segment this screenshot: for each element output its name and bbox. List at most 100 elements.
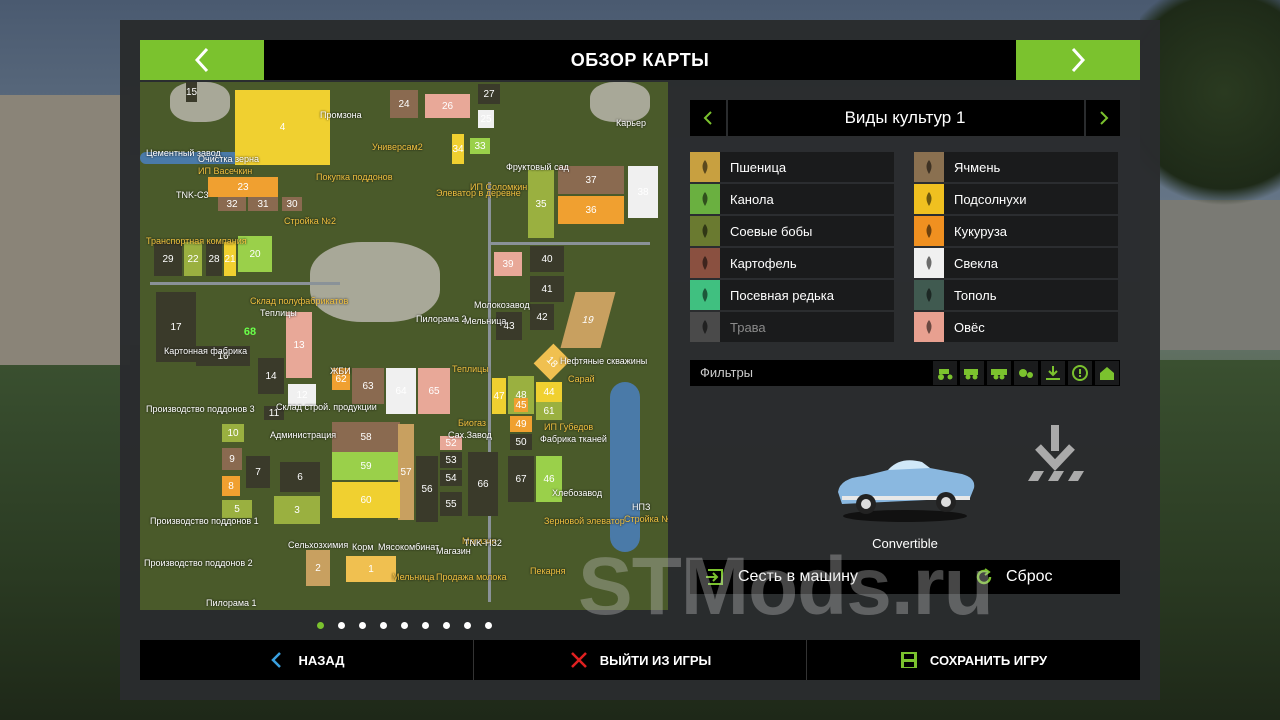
field-57[interactable]: 57 <box>398 424 414 520</box>
back-button[interactable]: НАЗАД <box>140 640 473 680</box>
field-35[interactable]: 35 <box>528 170 554 238</box>
exit-game-button[interactable]: ВЫЙТИ ИЗ ИГРЫ <box>474 640 807 680</box>
field-58[interactable]: 58 <box>332 422 400 452</box>
field-28[interactable]: 28 <box>206 242 222 276</box>
field-label: 14 <box>265 370 277 382</box>
filter-button[interactable] <box>987 361 1011 385</box>
field-68[interactable]: 68 <box>235 322 265 342</box>
prev-page-button[interactable] <box>140 40 264 80</box>
field-21[interactable]: 21 <box>224 242 236 276</box>
field-19[interactable]: 19 <box>560 292 616 348</box>
filter-button[interactable] <box>1068 361 1092 385</box>
crop-prev-button[interactable] <box>690 100 728 136</box>
filter-button[interactable] <box>933 361 957 385</box>
field-67[interactable]: 67 <box>508 456 534 502</box>
field-27[interactable]: 27 <box>478 84 500 104</box>
field-7[interactable]: 7 <box>246 456 270 488</box>
page-dot[interactable] <box>421 621 429 629</box>
field-45[interactable]: 45 <box>514 398 528 412</box>
field-53[interactable]: 53 <box>440 452 462 468</box>
field-56[interactable]: 56 <box>416 456 438 522</box>
field-44[interactable]: 44 <box>536 382 562 402</box>
field-49[interactable]: 49 <box>510 416 532 432</box>
field-36[interactable]: 36 <box>558 196 624 224</box>
crop-item[interactable]: Подсолнухи <box>914 184 1118 214</box>
field-label: 40 <box>541 253 553 265</box>
field-54[interactable]: 54 <box>440 470 462 486</box>
field-31[interactable]: 31 <box>248 197 278 211</box>
crop-item[interactable]: Посевная редька <box>690 280 894 310</box>
crop-item[interactable]: Соевые бобы <box>690 216 894 246</box>
field-38[interactable]: 38 <box>628 166 658 218</box>
page-dot[interactable] <box>358 621 366 629</box>
field-47[interactable]: 47 <box>492 378 506 414</box>
field-59[interactable]: 59 <box>332 452 400 480</box>
field-29[interactable]: 29 <box>154 242 182 276</box>
field-61[interactable]: 61 <box>536 402 562 420</box>
next-page-button[interactable] <box>1016 40 1140 80</box>
field-50[interactable]: 50 <box>510 434 532 450</box>
page-dot[interactable] <box>337 621 345 629</box>
field-65[interactable]: 65 <box>418 368 450 414</box>
filter-button[interactable] <box>1014 361 1038 385</box>
road <box>150 282 340 285</box>
field-2[interactable]: 2 <box>306 550 330 586</box>
crop-item[interactable]: Тополь <box>914 280 1118 310</box>
back-label: НАЗАД <box>298 652 345 668</box>
crop-item[interactable]: Трава <box>690 312 894 342</box>
field-40[interactable]: 40 <box>530 246 564 272</box>
filter-button[interactable] <box>1041 361 1065 385</box>
map-label: Продажа молока <box>436 572 507 582</box>
field-8[interactable]: 8 <box>222 476 240 496</box>
field-30[interactable]: 30 <box>282 197 302 211</box>
page-dot[interactable] <box>484 621 492 629</box>
page-dot[interactable] <box>463 621 471 629</box>
field-14[interactable]: 14 <box>258 358 284 394</box>
field-label: 68 <box>243 326 257 338</box>
crop-item[interactable]: Свекла <box>914 248 1118 278</box>
field-55[interactable]: 55 <box>440 492 462 516</box>
overview-map[interactable]: 4 24 26 27 25 34 33 23 32 31 30 37 38 36… <box>140 82 668 610</box>
crop-item[interactable]: Канола <box>690 184 894 214</box>
field-15[interactable]: 15 <box>186 82 198 102</box>
save-game-button[interactable]: СОХРАНИТЬ ИГРУ <box>807 640 1140 680</box>
field-3[interactable]: 3 <box>274 496 320 524</box>
field-42[interactable]: 42 <box>530 304 554 330</box>
field-10[interactable]: 10 <box>222 424 244 442</box>
oilradish-icon <box>690 280 720 310</box>
field-60[interactable]: 60 <box>332 482 400 518</box>
crop-item[interactable]: Ячмень <box>914 152 1118 182</box>
field-13[interactable]: 13 <box>286 312 312 378</box>
crop-item[interactable]: Овёс <box>914 312 1118 342</box>
field-25[interactable]: 25 <box>478 110 494 128</box>
field-33[interactable]: 33 <box>470 138 490 154</box>
crop-item[interactable]: Кукуруза <box>914 216 1118 246</box>
field-24[interactable]: 24 <box>390 90 418 118</box>
map-label: Пилорама 2 <box>416 314 467 324</box>
field-34[interactable]: 34 <box>452 134 464 164</box>
map-label: Сельхозхимия <box>288 540 349 550</box>
field-66[interactable]: 66 <box>468 452 498 516</box>
field-9[interactable]: 9 <box>222 448 242 470</box>
field-23[interactable]: 23 <box>208 177 278 197</box>
field-1[interactable]: 1 <box>346 556 396 582</box>
page-dot[interactable] <box>400 621 408 629</box>
filter-button[interactable] <box>960 361 984 385</box>
page-dot[interactable] <box>379 621 387 629</box>
crop-next-button[interactable] <box>1084 100 1122 136</box>
field-22[interactable]: 22 <box>184 242 202 276</box>
field-63[interactable]: 63 <box>352 368 384 404</box>
field-26[interactable]: 26 <box>425 94 470 118</box>
field-41[interactable]: 41 <box>530 276 564 302</box>
crop-item[interactable]: Картофель <box>690 248 894 278</box>
field-6[interactable]: 6 <box>280 462 320 492</box>
page-dot[interactable] <box>316 621 324 629</box>
field-64[interactable]: 64 <box>386 368 416 414</box>
page-dot[interactable] <box>442 621 450 629</box>
field-label: 38 <box>637 186 649 198</box>
field-32[interactable]: 32 <box>218 197 246 211</box>
crop-item[interactable]: Пшеница <box>690 152 894 182</box>
map-label: НПЗ <box>632 502 651 512</box>
field-39[interactable]: 39 <box>494 252 522 276</box>
filter-button[interactable] <box>1095 361 1119 385</box>
